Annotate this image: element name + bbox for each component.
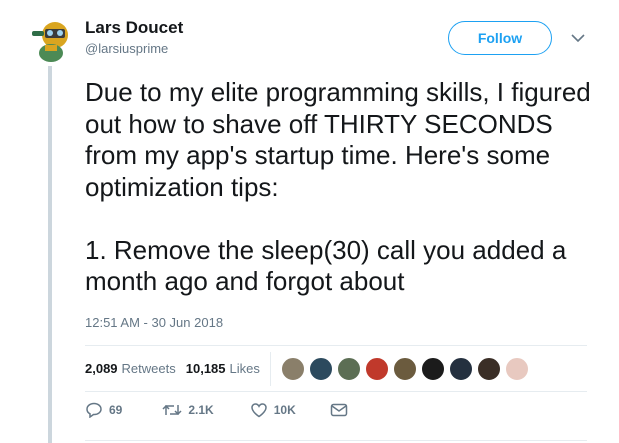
author-display-name[interactable]: Lars Doucet [85,17,183,38]
like-button[interactable]: 10K [250,402,296,418]
liker-avatar[interactable] [448,356,473,381]
retweet-count: 2.1K [188,403,214,417]
liker-avatar[interactable] [504,356,529,381]
tweet-stats: 2,089 Retweets 10,185 Likes [85,346,533,391]
chevron-down-icon[interactable] [570,32,586,44]
likes-count: 10,185 [185,361,226,376]
like-icon [250,403,267,418]
liker-avatar[interactable] [280,356,305,381]
stats-separator [269,351,271,386]
reply-count: 69 [109,403,123,417]
divider [85,440,587,441]
tweet-actions: 69 2.1K 10K [85,402,354,418]
author-handle[interactable]: @larsiusprime [85,40,183,58]
retweets-label: Retweets [121,361,176,376]
liker-avatar[interactable] [336,356,361,381]
retweets-count: 2,089 [85,361,118,376]
reply-icon [86,402,102,418]
retweet-icon [162,404,182,416]
liker-avatar[interactable] [308,356,333,381]
tweet-timestamp[interactable]: 12:51 AM - 30 Jun 2018 [85,315,223,330]
liker-avatar[interactable] [392,356,417,381]
retweets-stat[interactable]: 2,089 Retweets [85,361,176,376]
direct-message-button[interactable] [330,403,354,417]
avatar[interactable] [27,15,75,63]
liker-avatar[interactable] [476,356,501,381]
likes-label: Likes [229,361,260,376]
follow-button[interactable]: Follow [448,21,552,55]
liker-avatar[interactable] [420,356,445,381]
liker-avatar[interactable] [364,356,389,381]
retweet-button[interactable]: 2.1K [162,403,214,417]
thread-line [48,66,52,443]
like-count: 10K [273,403,296,417]
reply-button[interactable]: 69 [85,402,122,418]
direct-message-icon [330,403,347,417]
tweet-text: Due to my elite programming skills, I fi… [85,77,591,296]
liker-avatars [280,356,533,381]
likes-stat[interactable]: 10,185 Likes [186,361,260,376]
author-block: Lars Doucet @larsiusprime [85,17,183,58]
divider [85,391,587,392]
